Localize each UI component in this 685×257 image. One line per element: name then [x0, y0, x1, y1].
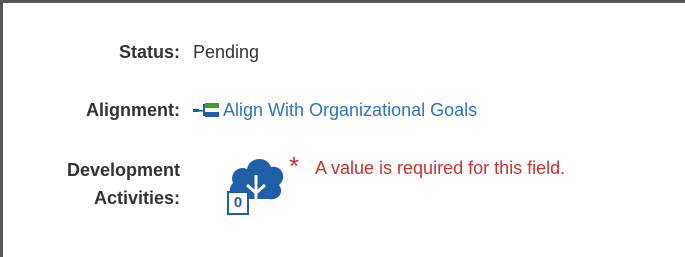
status-label: Status:: [118, 42, 180, 62]
form-panel: Status: Pending Alignment: Align With Or…: [0, 0, 685, 257]
development-activities-upload[interactable]: 0: [225, 155, 287, 215]
development-activities-label-line2: Activities:: [93, 188, 180, 208]
development-activities-label-line1: Development: [66, 160, 180, 180]
alignment-link[interactable]: Align With Organizational Goals: [193, 99, 477, 121]
alignment-label: Alignment:: [86, 100, 180, 120]
alignment-link-text[interactable]: Align With Organizational Goals: [223, 99, 477, 121]
development-activities-label: Development Activities:: [23, 156, 180, 212]
org-chart-icon: [193, 103, 219, 117]
required-asterisk: *: [289, 151, 300, 181]
activity-count-badge: 0: [227, 191, 249, 215]
required-error-message: A value is required for this field.: [315, 158, 566, 178]
status-value: Pending: [193, 42, 260, 62]
